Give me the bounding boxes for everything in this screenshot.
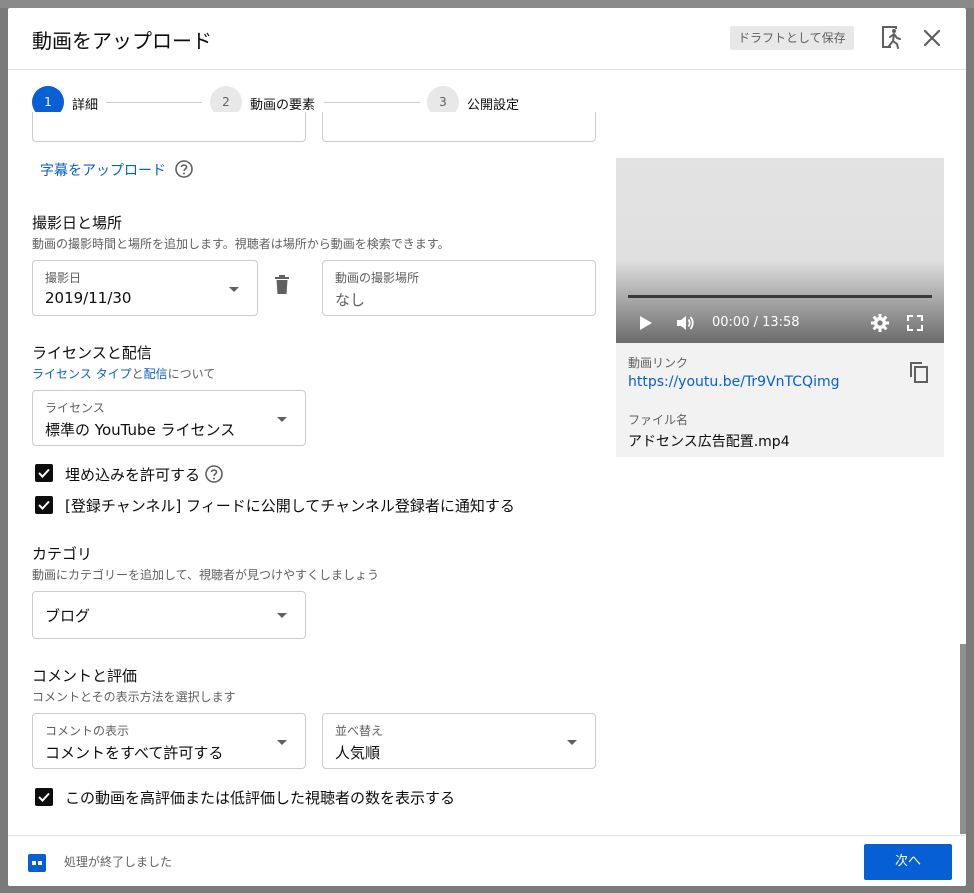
category-section-title: カテゴリ	[32, 545, 93, 563]
fullscreen-icon[interactable]	[904, 312, 926, 334]
video-player[interactable]: 00:00 / 13:58	[616, 158, 944, 343]
recording-location-value: なし	[335, 291, 366, 309]
comment-sort-value: 人気順	[335, 744, 381, 762]
dropdown-arrow-icon	[277, 740, 287, 745]
step-1-label[interactable]: 詳細	[72, 94, 98, 113]
video-link[interactable]: https://youtu.be/Tr9VnTCQimg	[628, 374, 839, 390]
notify-subscribers-label[interactable]: [登録チャンネル] フィードに公開してチャンネル登録者に通知する	[65, 495, 515, 516]
recording-date-value: 2019/11/30	[45, 289, 132, 307]
comment-sort-dropdown[interactable]: 並べ替え 人気順	[322, 713, 596, 769]
recording-date-dropdown[interactable]: 撮影日 2019/11/30	[32, 260, 258, 316]
category-dropdown[interactable]: ブログ	[32, 591, 306, 639]
step-3-label[interactable]: 公開設定	[467, 94, 519, 113]
recording-location-field[interactable]: 動画の撮影場所 なし	[322, 260, 596, 316]
help-icon[interactable]	[174, 159, 194, 179]
allow-embed-checkbox[interactable]	[35, 464, 53, 482]
video-link-label: 動画リンク	[628, 356, 689, 370]
license-desc-mid: と	[131, 367, 144, 381]
recording-section-description: 動画の撮影時間と場所を追加します。視聴者は場所から動画を検索できます。	[32, 237, 450, 251]
license-section-title: ライセンスと配信	[32, 344, 152, 362]
help-icon[interactable]	[204, 464, 224, 484]
license-value: 標準の YouTube ライセンス	[45, 421, 236, 439]
category-value: ブログ	[45, 607, 91, 625]
video-progress-bar[interactable]	[628, 295, 932, 298]
video-preview-panel: 00:00 / 13:58 動画リンク https://youtu.be/Tr9…	[616, 158, 944, 457]
copy-icon[interactable]	[908, 360, 930, 384]
comment-visibility-dropdown[interactable]: コメントの表示 コメントをすべて許可する	[32, 713, 306, 769]
backdrop	[0, 0, 974, 8]
processing-status-icon	[28, 854, 46, 872]
dialog-title: 動画をアップロード	[32, 29, 212, 53]
comments-section-title: コメントと評価	[32, 667, 138, 685]
next-button[interactable]: 次へ	[864, 844, 952, 880]
step-2-label[interactable]: 動画の要素	[250, 94, 315, 113]
scrollbar[interactable]	[960, 644, 966, 834]
license-section-description: ライセンス タイプと配信について	[32, 365, 215, 382]
filename-label: ファイル名	[628, 413, 689, 427]
dropdown-arrow-icon	[229, 287, 239, 292]
dialog-footer: 処理が終了しました 次へ	[8, 835, 966, 886]
upload-dialog: 動画をアップロード ドラフトとして保存 1 詳細 2 動画の要素 3 公開設定	[8, 8, 966, 886]
license-label: ライセンス	[45, 401, 105, 415]
dropdown-arrow-icon	[277, 417, 287, 422]
processing-status-text: 処理が終了しました	[64, 855, 173, 869]
recording-location-label: 動画の撮影場所	[335, 271, 420, 285]
allow-embed-label[interactable]: 埋め込みを許可する	[65, 464, 200, 485]
notify-subscribers-checkbox[interactable]	[35, 496, 53, 514]
license-desc-end: について	[167, 367, 216, 381]
filename-value: アドセンス広告配置.mp4	[628, 434, 790, 450]
comment-sort-label: 並べ替え	[335, 724, 384, 738]
comments-section-description: コメントとその表示方法を選択します	[32, 690, 236, 704]
save-draft-badge[interactable]: ドラフトとして保存	[730, 26, 854, 50]
show-ratings-checkbox[interactable]	[35, 788, 53, 806]
upload-subtitles-link[interactable]: 字幕をアップロード	[40, 160, 166, 180]
delete-icon[interactable]	[272, 274, 292, 296]
license-type-link[interactable]: ライセンス タイプ	[32, 367, 132, 381]
clipped-field-left[interactable]	[32, 112, 306, 142]
distribution-link[interactable]: 配信	[144, 367, 168, 381]
step-connector	[324, 102, 420, 103]
dropdown-arrow-icon	[277, 613, 287, 618]
comment-visibility-label: コメントの表示	[45, 724, 130, 738]
close-icon[interactable]	[920, 26, 944, 50]
license-dropdown[interactable]: ライセンス 標準の YouTube ライセンス	[32, 390, 306, 446]
category-section-description: 動画にカテゴリーを追加して、視聴者が見つけやすくしましょう	[32, 568, 380, 582]
dropdown-arrow-icon	[567, 740, 577, 745]
play-icon[interactable]	[634, 312, 656, 334]
comment-visibility-value: コメントをすべて許可する	[45, 744, 224, 762]
clipped-field-right[interactable]	[322, 112, 596, 142]
video-time: 00:00 / 13:58	[712, 315, 800, 330]
settings-gear-icon[interactable]	[869, 312, 891, 334]
step-connector	[106, 102, 202, 103]
exit-icon[interactable]	[880, 25, 904, 51]
dialog-header: 動画をアップロード ドラフトとして保存	[8, 8, 966, 70]
recording-date-label: 撮影日	[45, 271, 82, 285]
show-ratings-label[interactable]: この動画を高評価または低評価した視聴者の数を表示する	[65, 787, 455, 808]
recording-section-title: 撮影日と場所	[32, 214, 123, 232]
volume-icon[interactable]	[674, 312, 696, 334]
